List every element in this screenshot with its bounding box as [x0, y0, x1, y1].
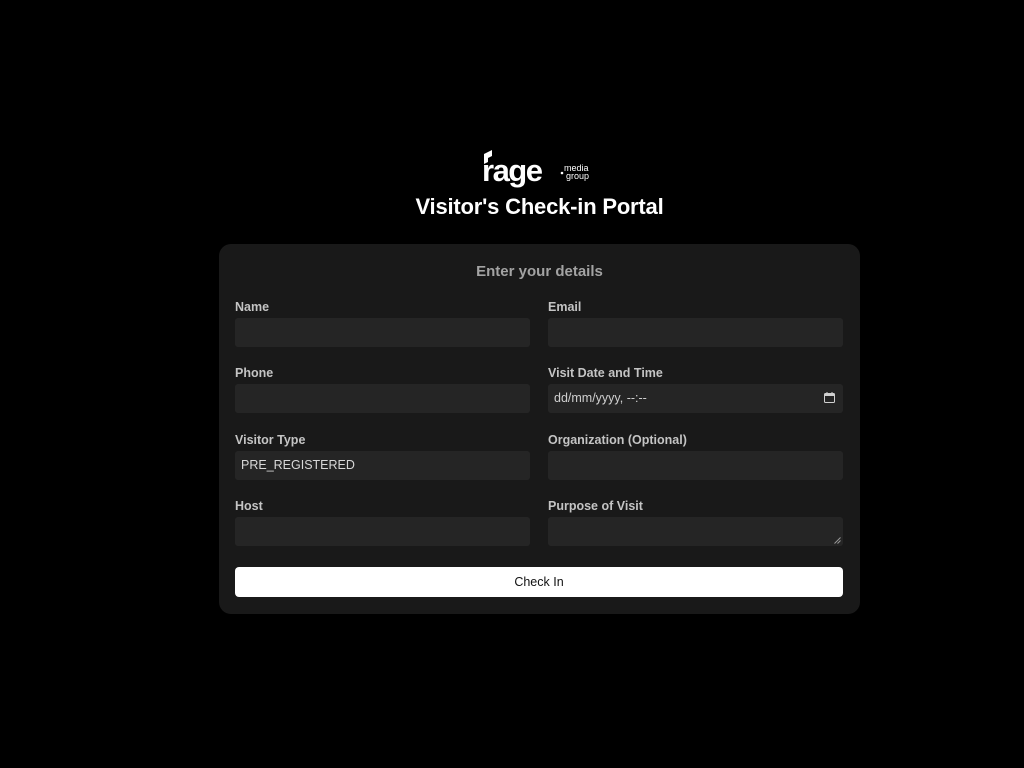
details-form-card: Enter your details Name Email Phone Visi…: [219, 244, 860, 614]
name-label: Name: [235, 300, 270, 314]
email-label: Email: [548, 300, 582, 314]
resize-grip-icon[interactable]: [834, 537, 841, 544]
phone-label: Phone: [235, 366, 274, 380]
name-input[interactable]: [235, 318, 530, 347]
logo-mark: rage media group: [482, 150, 589, 188]
host-input[interactable]: [235, 517, 530, 546]
email-input[interactable]: [548, 318, 843, 347]
visit-datetime-placeholder: dd/mm/yyyy, --:--: [554, 391, 647, 405]
purpose-label: Purpose of Visit: [548, 499, 643, 513]
form-heading: Enter your details: [476, 263, 603, 280]
phone-input[interactable]: [235, 384, 530, 413]
rage-media-group-logo: rage media group: [480, 148, 600, 188]
page-title: Visitor's Check-in Portal: [415, 194, 664, 219]
organization-input[interactable]: [548, 451, 843, 480]
host-label: Host: [235, 499, 263, 513]
check-in-page: rage media group Visitor's Check-in Port…: [0, 0, 1024, 768]
visit-datetime-label: Visit Date and Time: [548, 366, 663, 380]
check-in-button[interactable]: Check In: [235, 567, 843, 597]
visit-datetime-input[interactable]: dd/mm/yyyy, --:--: [548, 384, 843, 413]
visitor-type-input[interactable]: [235, 451, 530, 480]
logo-sub-group: group: [566, 171, 589, 181]
calendar-icon[interactable]: [824, 392, 835, 403]
logo-text: rage: [482, 153, 543, 188]
organization-label: Organization (Optional): [548, 433, 687, 447]
purpose-textarea[interactable]: [548, 517, 843, 546]
visitor-type-label: Visitor Type: [235, 433, 306, 447]
